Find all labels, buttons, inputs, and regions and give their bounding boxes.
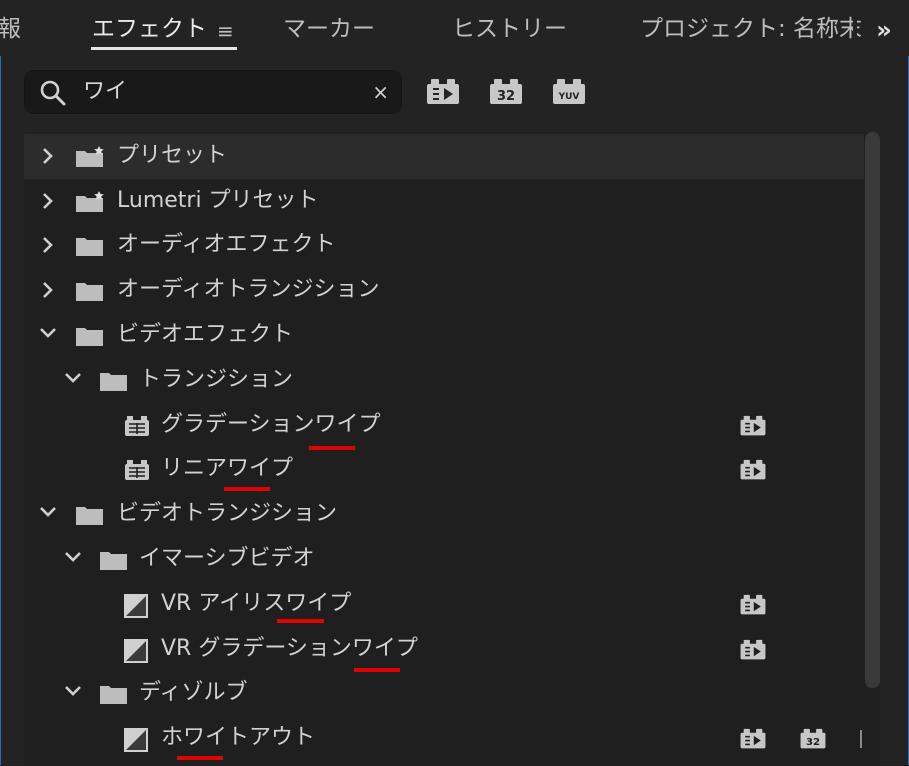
32-bit-badge-icon: 32 — [800, 728, 826, 749]
folder-icon — [76, 507, 103, 525]
transition-icon — [124, 728, 148, 752]
tree-item-label: トランジション — [139, 367, 294, 392]
tree-item-immersive-video[interactable]: イマーシブビデオ — [24, 537, 864, 582]
tab-info-partial[interactable]: 報 — [0, 12, 21, 48]
accelerated-badge-icon — [740, 459, 766, 480]
chevron-right-icon[interactable] — [41, 147, 55, 165]
tab-project[interactable]: プロジェクト: 名称末 — [640, 12, 862, 48]
tree-item-label: オーディオトランジション — [117, 277, 380, 302]
highlight-underline — [354, 668, 400, 672]
tab-markers[interactable]: マーカー — [283, 12, 375, 48]
active-tab-indicator — [91, 47, 237, 50]
tree-item-label: リニアワイプ — [161, 456, 294, 481]
tree-item-label: プリセット — [117, 143, 228, 168]
highlight-underline — [224, 487, 270, 491]
effect-icon — [125, 460, 149, 480]
search-icon — [40, 80, 66, 106]
yuv-badge-edge — [860, 730, 862, 748]
tab-divider — [853, 8, 857, 50]
tree-item-video-effects[interactable]: ビデオエフェクト — [24, 313, 864, 358]
effect-icon — [125, 416, 149, 436]
tree-item-label: Lumetri プリセット — [117, 188, 319, 213]
tree-item-label: グラデーションワイプ — [161, 412, 381, 437]
chevron-down-icon[interactable] — [64, 684, 82, 698]
scrollbar[interactable] — [865, 132, 880, 688]
chevron-right-icon[interactable] — [41, 236, 55, 254]
tree-item-audio-transitions[interactable]: オーディオトランジション — [24, 268, 864, 313]
32-bit-badge-label: 32 — [806, 737, 820, 748]
more-tabs-button[interactable]: » — [864, 10, 904, 50]
highlight-underline — [277, 619, 324, 623]
tree-item-dissolve[interactable]: ディゾルブ — [24, 671, 864, 716]
folder-icon — [100, 686, 127, 704]
tree-item-linear-wipe[interactable]: リニアワイプ — [24, 447, 864, 492]
tree-item-label: ホワイトアウト — [161, 725, 316, 750]
highlight-underline — [177, 756, 223, 760]
chevron-right-icon[interactable] — [41, 192, 55, 210]
search-input[interactable]: ワイ — [83, 75, 127, 109]
search-field[interactable]: ワイ × — [24, 70, 402, 114]
accelerated-badge-icon — [740, 728, 766, 749]
transition-icon — [124, 639, 148, 663]
tree-item-label: ビデオトランジション — [117, 501, 338, 526]
yuv-filter-label: YUV — [558, 92, 580, 102]
yuv-filter-icon[interactable]: YUV — [551, 78, 587, 106]
chevron-right-icon[interactable] — [41, 281, 55, 299]
clear-search-icon[interactable]: × — [372, 75, 389, 109]
chevron-down-icon[interactable] — [64, 371, 82, 385]
32-bit-filter-label: 32 — [497, 89, 515, 104]
preset-folder-icon — [76, 191, 104, 212]
32-bit-filter-icon[interactable]: 32 — [488, 78, 524, 106]
chevron-down-icon[interactable] — [64, 550, 82, 564]
tree-item-label: ビデオエフェクト — [117, 322, 294, 347]
tree-item-presets[interactable]: プリセット — [24, 134, 864, 179]
tab-history[interactable]: ヒストリー — [452, 12, 567, 48]
chevron-down-icon[interactable] — [39, 505, 57, 519]
tree-item-vr-iris-wipe[interactable]: VR アイリスワイプ — [24, 582, 864, 627]
tree-item-label: VR グラデーションワイプ — [161, 636, 418, 661]
tree-item-label: オーディオエフェクト — [117, 232, 336, 257]
accelerated-effects-filter-icon[interactable] — [425, 78, 461, 106]
tree-item-audio-effects[interactable]: オーディオエフェクト — [24, 223, 864, 268]
tab-effects[interactable]: エフェクト — [92, 12, 207, 48]
folder-icon — [76, 238, 103, 256]
highlight-underline — [309, 446, 355, 450]
tree-item-transition[interactable]: トランジション — [24, 358, 864, 403]
accelerated-badge-icon — [740, 594, 766, 615]
folder-icon — [100, 373, 127, 391]
accelerated-badge-icon — [740, 415, 766, 436]
folder-icon — [76, 283, 103, 301]
transition-icon — [124, 594, 148, 618]
folder-icon — [100, 552, 127, 570]
tree-item-vr-gradient-wipe[interactable]: VR グラデーションワイプ — [24, 627, 864, 672]
tree-item-label: ディゾルブ — [139, 680, 248, 705]
tab-bar: 報 エフェクト ≡ マーカー ヒストリー プロジェクト: 名称末 » — [0, 0, 909, 56]
preset-folder-icon — [76, 146, 104, 167]
tab-menu-icon[interactable]: ≡ — [217, 14, 234, 48]
tree-item-gradient-wipe[interactable]: グラデーションワイプ — [24, 403, 864, 448]
chevron-down-icon[interactable] — [39, 326, 57, 340]
folder-icon — [76, 328, 103, 346]
tree-item-video-transitions[interactable]: ビデオトランジション — [24, 492, 864, 537]
tree-item-lumetri-presets[interactable]: Lumetri プリセット — [24, 179, 864, 224]
tree-item-label: VR アイリスワイプ — [161, 591, 352, 616]
tree-item-label: イマーシブビデオ — [139, 546, 315, 571]
accelerated-badge-icon — [740, 639, 766, 660]
tree-item-white-out[interactable]: ホワイトアウト 32 — [24, 716, 864, 761]
